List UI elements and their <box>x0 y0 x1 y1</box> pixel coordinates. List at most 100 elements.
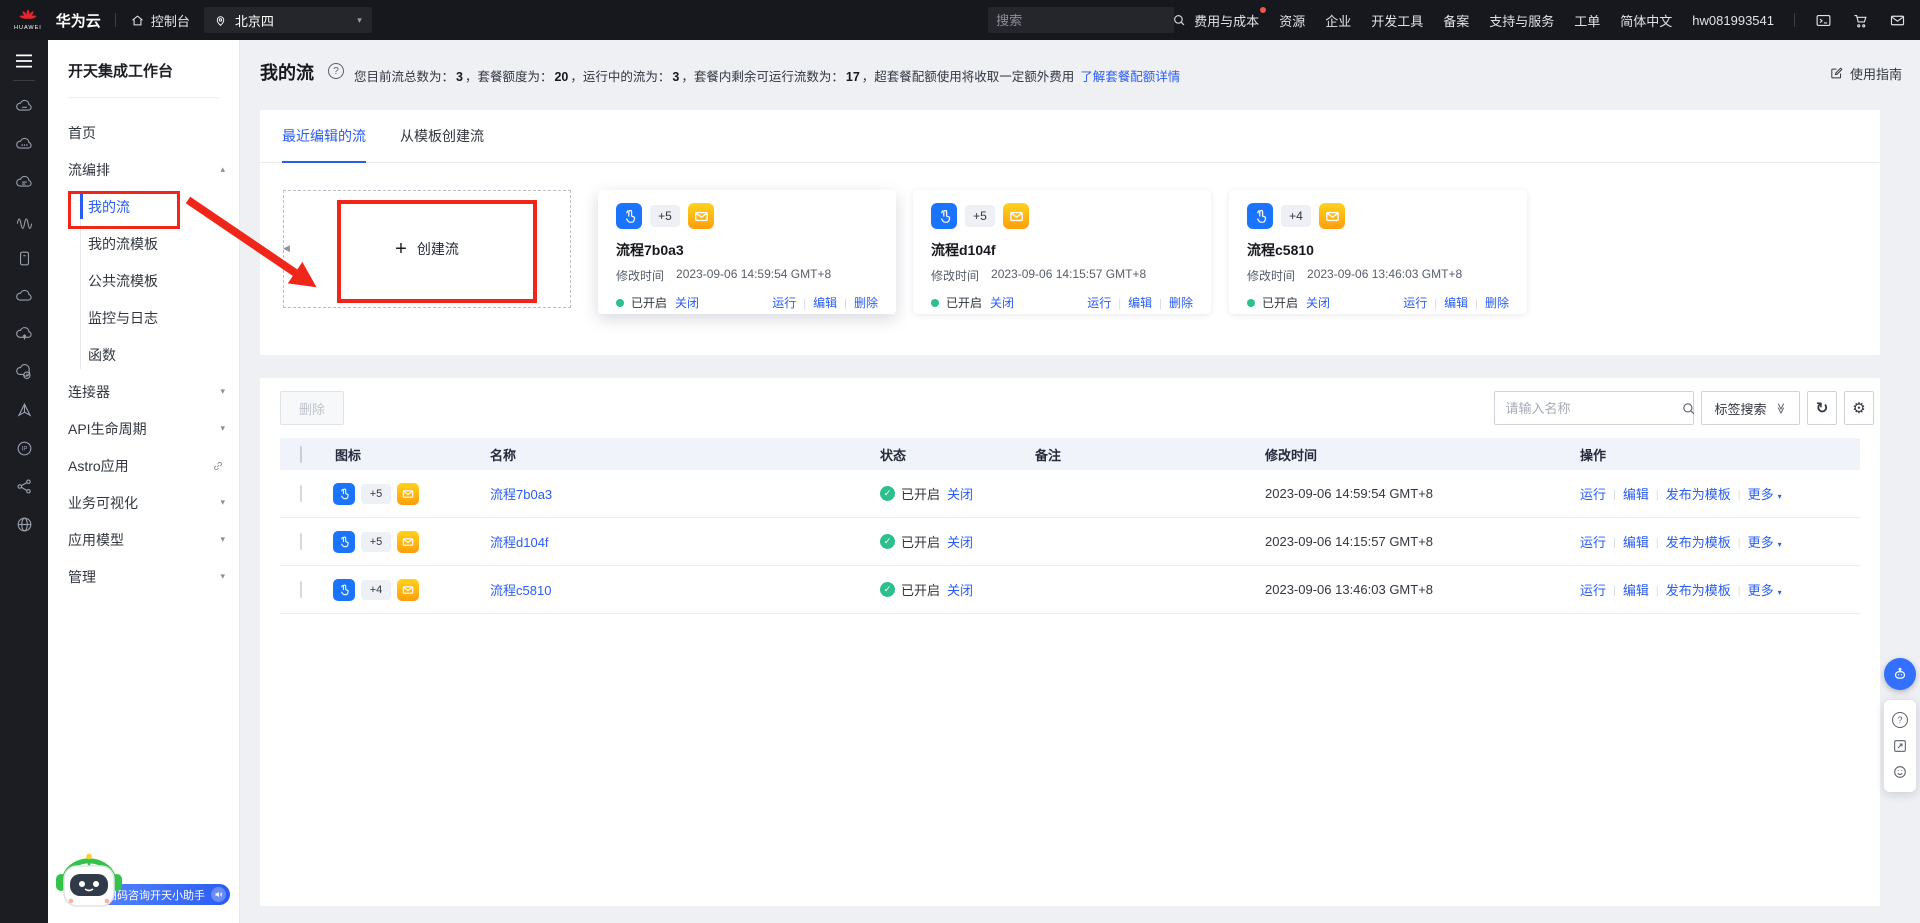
usage-guide-link[interactable]: 使用指南 <box>1829 64 1902 83</box>
table-settings-button[interactable]: ⚙ <box>1844 391 1874 425</box>
flow-name[interactable]: 流程c5810 <box>1247 240 1509 260</box>
sidebar-item-functions[interactable]: 函数 <box>48 336 239 373</box>
cloud-dashboard-icon[interactable] <box>0 163 48 201</box>
sidebar-item-flow-orchestration[interactable]: 流编排 ▴ <box>48 151 239 188</box>
run-link[interactable]: 运行 <box>1580 532 1606 551</box>
run-link[interactable]: 运行 <box>1403 294 1427 311</box>
delete-link[interactable]: 删除 <box>1485 294 1509 311</box>
nav-support[interactable]: 支持与服务 <box>1489 11 1554 30</box>
edit-link[interactable]: 编辑 <box>813 294 837 311</box>
refresh-button[interactable]: ↻ <box>1807 391 1837 425</box>
nav-icp-filing[interactable]: 备案 <box>1443 11 1469 30</box>
flow-name-link[interactable]: 流程c5810 <box>490 583 551 598</box>
quota-details-link[interactable]: 了解套餐配额详情 <box>1080 70 1180 84</box>
select-all-checkbox[interactable] <box>300 445 302 463</box>
publish-as-template-link[interactable]: 发布为模板 <box>1666 580 1731 599</box>
cloud-server-icon[interactable] <box>0 87 48 125</box>
toggle-off-link[interactable]: 关闭 <box>947 484 973 503</box>
sidebar-item-api-lifecycle[interactable]: API生命周期 ▾ <box>48 410 239 447</box>
edit-link[interactable]: 编辑 <box>1623 580 1649 599</box>
name-search-input[interactable] <box>1505 400 1682 416</box>
share-nodes-icon[interactable] <box>0 467 48 505</box>
run-link[interactable]: 运行 <box>1580 484 1606 503</box>
smiley-icon[interactable] <box>1892 764 1908 780</box>
global-search-input[interactable] <box>996 12 1173 28</box>
search-icon[interactable] <box>1172 13 1186 27</box>
delete-button[interactable]: 删除 <box>280 391 344 425</box>
cli-terminal-icon[interactable] <box>1815 12 1832 29</box>
flow-name-link[interactable]: 流程7b0a3 <box>490 487 552 502</box>
cart-icon[interactable] <box>1852 12 1869 29</box>
toggle-off-link[interactable]: 关闭 <box>1306 294 1330 311</box>
region-selector[interactable]: 北京四 ▾ <box>203 7 372 33</box>
cloud-dots-icon[interactable] <box>0 125 48 163</box>
global-search[interactable] <box>988 7 1185 33</box>
name-search[interactable] <box>1494 391 1696 425</box>
sidebar-item-connectors[interactable]: 连接器 ▾ <box>48 373 239 410</box>
edit-link[interactable]: 编辑 <box>1623 532 1649 551</box>
toggle-off-link[interactable]: 关闭 <box>990 294 1014 311</box>
sidebar-item-astro-app[interactable]: Astro应用 <box>48 447 239 484</box>
tag-search-button[interactable]: 标签搜索 ≫ <box>1701 391 1800 425</box>
nav-enterprise[interactable]: 企业 <box>1325 11 1351 30</box>
sidebar-item-home[interactable]: 首页 <box>48 114 239 151</box>
run-link[interactable]: 运行 <box>772 294 796 311</box>
edit-link[interactable]: 编辑 <box>1128 294 1152 311</box>
sidebar-item-application-model[interactable]: 应用模型 ▾ <box>48 521 239 558</box>
edit-link[interactable]: 编辑 <box>1623 484 1649 503</box>
mail-icon[interactable] <box>1889 12 1906 29</box>
sidebar-item-my-flows[interactable]: 我的流 <box>48 188 239 225</box>
nav-resources[interactable]: 资源 <box>1279 11 1305 30</box>
tab-recent-flows[interactable]: 最近编辑的流 <box>282 110 366 163</box>
edit-link[interactable]: 编辑 <box>1444 294 1468 311</box>
brand-name[interactable]: 华为云 <box>56 10 101 31</box>
waves-icon[interactable] <box>0 201 48 239</box>
menu-icon[interactable] <box>14 53 34 69</box>
flow-card[interactable]: +4 流程c5810 修改时间 2023-09-06 13:46:03 GMT+8… <box>1229 190 1527 314</box>
sidebar-collapse-icon[interactable]: ◀ <box>283 243 290 254</box>
run-link[interactable]: 运行 <box>1087 294 1111 311</box>
create-flow-button[interactable]: + 创建流 <box>283 190 571 308</box>
console-link[interactable]: 控制台 <box>130 11 190 30</box>
row-checkbox[interactable] <box>300 581 302 598</box>
globe-icon[interactable] <box>0 505 48 543</box>
tab-create-from-template[interactable]: 从模板创建流 <box>400 110 484 162</box>
account-name[interactable]: hw081993541 <box>1692 13 1774 28</box>
sidebar-item-business-visualization[interactable]: 业务可视化 ▾ <box>48 484 239 521</box>
toggle-off-link[interactable]: 关闭 <box>675 294 699 311</box>
cloud-clock-icon[interactable] <box>0 353 48 391</box>
sidebar-item-monitoring-logs[interactable]: 监控与日志 <box>48 299 239 336</box>
cloud-upload-icon[interactable] <box>0 315 48 353</box>
help-icon[interactable]: ? <box>328 63 344 79</box>
delete-link[interactable]: 删除 <box>854 294 878 311</box>
delete-link[interactable]: 删除 <box>1169 294 1193 311</box>
more-dropdown[interactable]: 更多 ▾ <box>1748 532 1782 551</box>
flow-card[interactable]: +5 流程d104f 修改时间 2023-09-06 14:15:57 GMT+8… <box>913 190 1211 314</box>
row-checkbox[interactable] <box>300 485 302 502</box>
smart-assistant-button[interactable] <box>1884 658 1916 690</box>
flow-card[interactable]: +5 流程7b0a3 修改时间 2023-09-06 14:59:54 GMT+8… <box>598 190 896 314</box>
help-icon[interactable]: ? <box>1892 712 1908 728</box>
publish-as-template-link[interactable]: 发布为模板 <box>1666 484 1731 503</box>
flow-name-link[interactable]: 流程d104f <box>490 535 549 550</box>
nav-language[interactable]: 简体中文 <box>1620 11 1672 30</box>
flow-name[interactable]: 流程d104f <box>931 240 1193 260</box>
nav-billing[interactable]: 费用与成本 <box>1194 6 1267 30</box>
device-icon[interactable] <box>0 239 48 277</box>
search-icon[interactable] <box>1681 401 1696 416</box>
feedback-icon[interactable] <box>1892 738 1908 754</box>
nav-tickets[interactable]: 工单 <box>1574 11 1600 30</box>
sidebar-item-my-flow-templates[interactable]: 我的流模板 <box>48 225 239 262</box>
sidebar-item-public-flow-templates[interactable]: 公共流模板 <box>48 262 239 299</box>
flow-name[interactable]: 流程7b0a3 <box>616 240 878 260</box>
assistant-mascot[interactable] <box>50 850 128 914</box>
toggle-off-link[interactable]: 关闭 <box>947 580 973 599</box>
publish-as-template-link[interactable]: 发布为模板 <box>1666 532 1731 551</box>
row-checkbox[interactable] <box>300 533 302 550</box>
run-link[interactable]: 运行 <box>1580 580 1606 599</box>
nav-dev-tools[interactable]: 开发工具 <box>1371 11 1423 30</box>
paper-plane-icon[interactable] <box>0 391 48 429</box>
toggle-off-link[interactable]: 关闭 <box>947 532 973 551</box>
cloud-icon[interactable] <box>0 277 48 315</box>
ip-icon[interactable]: IP <box>0 429 48 467</box>
